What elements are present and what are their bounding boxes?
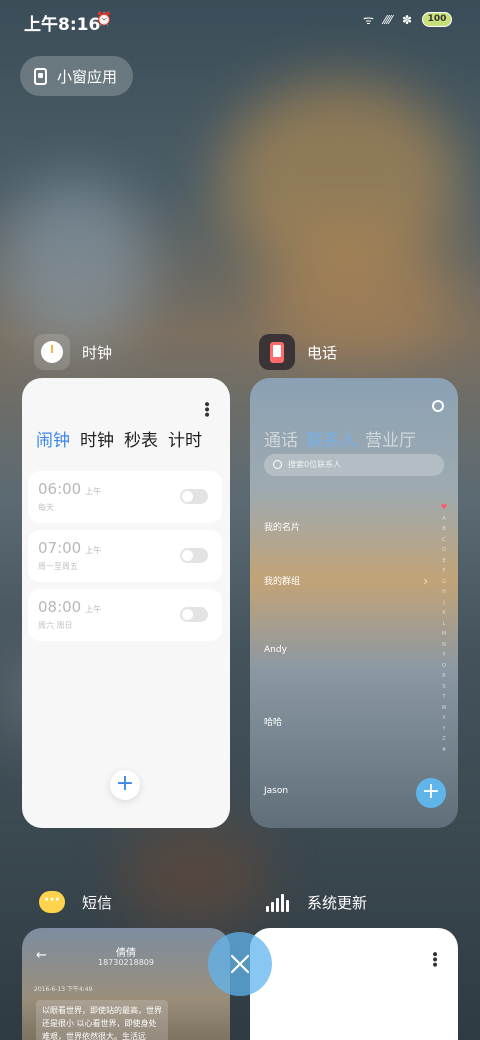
clear-all-button[interactable] [208,932,272,996]
battery-icon: 100 [422,12,452,27]
tab-timer[interactable]: 计时 [168,426,202,451]
alarm-toggle[interactable] [180,489,208,504]
app-name-sms: 短信 [82,893,113,912]
sms-date: 2016-6-13 下午4:49 [34,986,93,993]
clock-tabs: 闹钟 时钟 秒表 计时 [36,426,202,451]
alarm-ampm: 上午 [85,546,102,555]
phone-app-icon [259,334,295,370]
floating-window-icon [34,67,47,85]
alarm-bell-icon: ⏰ [96,12,113,27]
alarm-toggle[interactable] [180,607,208,622]
tab-contacts[interactable]: 联系人 [306,426,357,451]
tab-clock[interactable]: 时钟 [80,426,114,451]
app-header-phone[interactable]: 电话 [259,334,337,370]
alarm-item[interactable]: 06:00 上午 每天 [28,471,222,523]
app-name-phone: 电话 [307,343,338,362]
more-options-icon[interactable]: ••• [198,400,214,416]
settings-gear-icon[interactable] [432,400,444,412]
alarm-toggle[interactable] [180,548,208,563]
favorites-heart-icon: ♥ [440,503,448,511]
app-header-sms[interactable]: 短信 [34,884,112,920]
my-card-row[interactable]: 我的名片 [264,520,300,533]
recent-card-clock[interactable]: ••• 闹钟 时钟 秒表 计时 06:00 上午 每天 07:00 上午 周一至周五… [22,378,230,828]
sms-contact-name: 倩倩 [116,948,136,959]
add-contact-button[interactable]: + [416,778,446,808]
contact-row[interactable]: 哈哈 [264,715,282,728]
alarm-repeat: 周一至周五 [38,562,78,571]
contact-row[interactable]: Andy [264,645,287,655]
alarm-time: 08:00 [38,598,82,616]
tab-stopwatch[interactable]: 秒表 [124,426,158,451]
sms-contact-number: 18730218809 [98,958,154,967]
chevron-right-icon: › [423,574,428,588]
alarm-item[interactable]: 07:00 上午 周一至周五 [28,530,222,582]
contact-row[interactable]: Jason [264,786,288,796]
contact-search-input[interactable]: 搜索0位联系人 [264,454,444,476]
app-name-system-update: 系统更新 [307,893,368,912]
alarm-time: 06:00 [38,480,82,498]
tab-calls[interactable]: 通话 [264,426,298,451]
alarm-repeat: 周六 周日 [38,621,73,630]
alarm-repeat: 每天 [38,503,54,512]
app-header-clock[interactable]: 时钟 [34,334,112,370]
status-icons: ᯤ ⁄⁄⁄⁄ ✽ 100 [363,11,452,28]
app-name-clock: 时钟 [82,343,113,362]
sms-app-icon [34,884,70,920]
alarm-ampm: 上午 [85,605,102,614]
wallpaper-building [120,820,270,930]
clock-app-icon [34,334,70,370]
alarm-time: 07:00 [38,539,82,557]
my-groups-row[interactable]: 我的群组 [264,574,300,587]
tab-alarm[interactable]: 闹钟 [36,426,70,451]
floating-window-label: 小窗应用 [57,67,118,86]
sms-message-bubble: 以眼看世界，即使站的最高，世界还是很小 以心看世界，即使身处难艰，世界依然很大。… [36,1000,168,1040]
alphabet-index-scrollbar[interactable]: ♥ ABCDEFGH JKLMNPQR S T W X Y Z # [440,503,448,753]
wallpaper-car [0,180,150,350]
more-options-icon[interactable]: ••• [426,950,442,966]
bluetooth-icon: ✽ [401,12,412,27]
app-header-system-update[interactable]: 系统更新 [259,884,367,920]
close-icon [230,954,250,974]
status-bar: 上午8:16 ⏰ ᯤ ⁄⁄⁄⁄ ✽ 100 [0,0,480,40]
phone-tabs: 通话 联系人 营业厅 [264,426,416,451]
signal-icon: ⁄⁄⁄⁄ [383,12,392,27]
floating-window-apps-button[interactable]: 小窗应用 [20,56,134,96]
alarm-item[interactable]: 08:00 上午 周六 周日 [28,589,222,641]
status-time: 上午8:16 [24,15,101,35]
alarm-ampm: 上午 [85,487,102,496]
recent-card-system-update[interactable]: ••• [250,928,458,1040]
system-update-app-icon [259,884,295,920]
wifi-icon: ᯤ [362,13,374,27]
recent-card-phone[interactable]: 通话 联系人 营业厅 搜索0位联系人 我的名片 我的群组 › Andy 哈哈 J… [250,378,458,828]
add-alarm-button[interactable]: + [110,770,140,800]
tab-service-hall[interactable]: 营业厅 [365,426,416,451]
recent-card-sms[interactable]: ← 倩倩 18730218809 2016-6-13 下午4:49 以眼看世界，… [22,928,230,1040]
